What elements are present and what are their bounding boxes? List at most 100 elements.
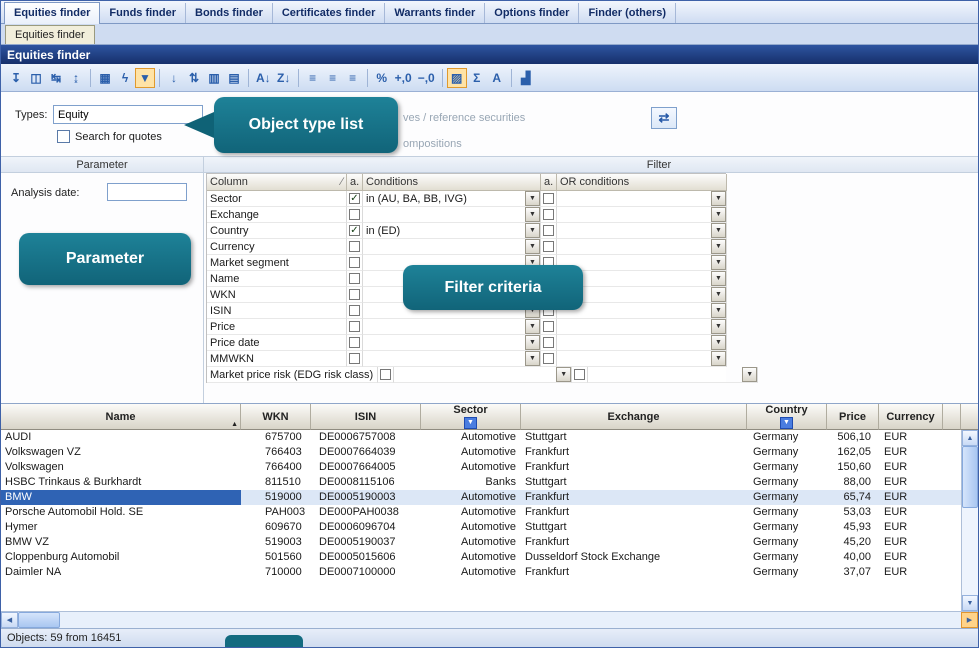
filter-enabled-checkbox[interactable] <box>349 273 360 284</box>
horizontal-scroll-track[interactable] <box>60 612 961 628</box>
condition-dropdown-icon[interactable]: ▼ <box>525 239 540 254</box>
table-row[interactable]: Hymer609670DE0006096704AutomotiveStuttga… <box>1 520 961 535</box>
filter-header-column[interactable]: Column ∕ <box>207 174 347 191</box>
filter-or-checkbox[interactable] <box>543 225 554 236</box>
condition-dropdown-icon[interactable]: ▼ <box>525 223 540 238</box>
tab-finder-others-[interactable]: Finder (others) <box>579 3 676 23</box>
filter-or-checkbox[interactable] <box>543 209 554 220</box>
or-condition-dropdown-icon[interactable]: ▼ <box>711 239 726 254</box>
autofilter-icon[interactable]: ▼ <box>135 68 155 88</box>
calendar-icon[interactable]: ▦ <box>95 68 115 88</box>
filter-or-checkbox[interactable] <box>543 193 554 204</box>
filter-header-conditions[interactable]: Conditions <box>363 174 541 191</box>
fit-width-icon[interactable]: ↹ <box>46 68 66 88</box>
filter-enabled-checkbox[interactable] <box>349 305 360 316</box>
percent-icon[interactable]: % <box>372 68 392 88</box>
filter-column-cell[interactable]: Country <box>207 223 347 239</box>
tab-options-finder[interactable]: Options finder <box>485 3 579 23</box>
filter-or-checkbox[interactable] <box>543 241 554 252</box>
condition-dropdown-icon[interactable]: ▼ <box>525 191 540 206</box>
or-condition-dropdown-icon[interactable]: ▼ <box>711 335 726 350</box>
tab-warrants-finder[interactable]: Warrants finder <box>385 3 485 23</box>
table-row[interactable]: AUDI675700DE0006757008AutomotiveStuttgar… <box>1 430 961 445</box>
or-condition-dropdown-icon[interactable]: ▼ <box>711 303 726 318</box>
filter-enabled-checkbox[interactable] <box>349 209 360 220</box>
condition-dropdown-icon[interactable]: ▼ <box>556 367 571 382</box>
column-filter-indicator-icon[interactable]: ▼ <box>464 417 477 429</box>
filter-or-checkbox[interactable] <box>543 321 554 332</box>
column-filter-indicator-icon[interactable]: ▼ <box>780 417 793 429</box>
increase-decimal-icon[interactable]: +,0 <box>392 68 415 88</box>
reference-securities-option[interactable]: ves / reference securities <box>403 112 525 124</box>
filter-or-cell[interactable]: ▼ <box>588 367 758 383</box>
filter-condition-cell[interactable]: ▼ <box>363 207 541 223</box>
decrease-decimal-icon[interactable]: −,0 <box>415 68 438 88</box>
filter-or-cell[interactable]: ▼ <box>557 351 727 367</box>
tab-certificates-finder[interactable]: Certificates finder <box>273 3 386 23</box>
filter-column-cell[interactable]: Sector <box>207 191 347 207</box>
refresh-lightning-icon[interactable]: ϟ <box>115 68 135 88</box>
vertical-scrollbar[interactable]: ▲ ▼ <box>961 430 978 611</box>
or-condition-dropdown-icon[interactable]: ▼ <box>711 223 726 238</box>
tab-equities-finder[interactable]: Equities finder <box>4 2 100 24</box>
filter-header-or-abbrev[interactable]: a. <box>541 174 557 191</box>
condition-dropdown-icon[interactable]: ▼ <box>525 335 540 350</box>
filter-enabled-checkbox[interactable] <box>349 257 360 268</box>
table-row[interactable]: BMW519000DE0005190003AutomotiveFrankfurt… <box>1 490 961 505</box>
column-chart-icon[interactable]: ▥ <box>204 68 224 88</box>
filter-column-cell[interactable]: Exchange <box>207 207 347 223</box>
align-right-icon[interactable]: ≡ <box>343 68 363 88</box>
scroll-left-button[interactable]: ◀ <box>1 612 18 628</box>
scroll-right-button[interactable]: ▶ <box>961 612 978 628</box>
filter-or-cell[interactable]: ▼ <box>557 239 727 255</box>
chart-icon[interactable]: ▟ <box>516 68 536 88</box>
highlight-cells-icon[interactable]: ▨ <box>447 68 467 88</box>
column-header-currency[interactable]: Currency <box>879 404 943 430</box>
refresh-types-button[interactable]: ⇄ <box>651 107 677 129</box>
move-column-icon[interactable]: ⇅ <box>184 68 204 88</box>
filter-column-cell[interactable]: Currency <box>207 239 347 255</box>
filter-enabled-checkbox[interactable] <box>349 353 360 364</box>
sort-ascending-icon[interactable]: A↓ <box>253 68 274 88</box>
filter-column-cell[interactable]: ISIN <box>207 303 347 319</box>
subtab-equities-finder[interactable]: Equities finder <box>5 25 95 44</box>
filter-header-or-conditions[interactable]: OR conditions <box>557 174 727 191</box>
filter-enabled-checkbox[interactable]: ✓ <box>349 193 360 204</box>
filter-enabled-checkbox[interactable]: ✓ <box>349 225 360 236</box>
search-for-quotes-checkbox[interactable] <box>57 130 70 143</box>
or-condition-dropdown-icon[interactable]: ▼ <box>711 271 726 286</box>
align-left-icon[interactable]: ≡ <box>303 68 323 88</box>
table-row[interactable]: Volkswagen766400DE0007664005AutomotiveFr… <box>1 460 961 475</box>
column-header-country[interactable]: Country▼ <box>747 404 827 430</box>
table-row[interactable]: BMW VZ519003DE0005190037AutomotiveFrankf… <box>1 535 961 550</box>
table-row[interactable]: Porsche Automobil Hold. SEPAH003DE000PAH… <box>1 505 961 520</box>
filter-enabled-checkbox[interactable] <box>380 369 391 380</box>
search-columns-icon[interactable]: ▤ <box>224 68 244 88</box>
or-condition-dropdown-icon[interactable]: ▼ <box>711 287 726 302</box>
filter-column-cell[interactable]: Price <box>207 319 347 335</box>
filter-or-cell[interactable]: ▼ <box>557 319 727 335</box>
column-header-price[interactable]: Price <box>827 404 879 430</box>
column-header-isin[interactable]: ISIN <box>311 404 421 430</box>
filter-condition-cell[interactable]: ▼ <box>363 319 541 335</box>
filter-column-cell[interactable]: Market price risk (EDG risk class) <box>207 367 378 383</box>
tab-bonds-finder[interactable]: Bonds finder <box>186 3 273 23</box>
filter-column-cell[interactable]: Market segment <box>207 255 347 271</box>
vertical-scroll-thumb[interactable] <box>962 446 978 508</box>
table-row[interactable]: Daimler NA710000DE0007100000AutomotiveFr… <box>1 565 961 580</box>
analysis-date-input[interactable] <box>107 183 187 201</box>
filter-or-checkbox[interactable] <box>543 353 554 364</box>
filter-enabled-checkbox[interactable] <box>349 241 360 252</box>
fit-height-icon[interactable]: ↨ <box>66 68 86 88</box>
or-condition-dropdown-icon[interactable]: ▼ <box>742 367 757 382</box>
table-row[interactable]: Cloppenburg Automobil501560DE0005015606A… <box>1 550 961 565</box>
filter-enabled-checkbox[interactable] <box>349 321 360 332</box>
filter-enabled-checkbox[interactable] <box>349 289 360 300</box>
filter-condition-cell[interactable]: ▼ <box>363 239 541 255</box>
condition-dropdown-icon[interactable]: ▼ <box>525 319 540 334</box>
insert-column-icon[interactable]: ↓ <box>164 68 184 88</box>
filter-or-cell[interactable]: ▼ <box>557 335 727 351</box>
table-row[interactable]: Volkswagen VZ766403DE0007664039Automotiv… <box>1 445 961 460</box>
filter-or-cell[interactable]: ▼ <box>557 191 727 207</box>
filter-or-cell[interactable]: ▼ <box>557 223 727 239</box>
